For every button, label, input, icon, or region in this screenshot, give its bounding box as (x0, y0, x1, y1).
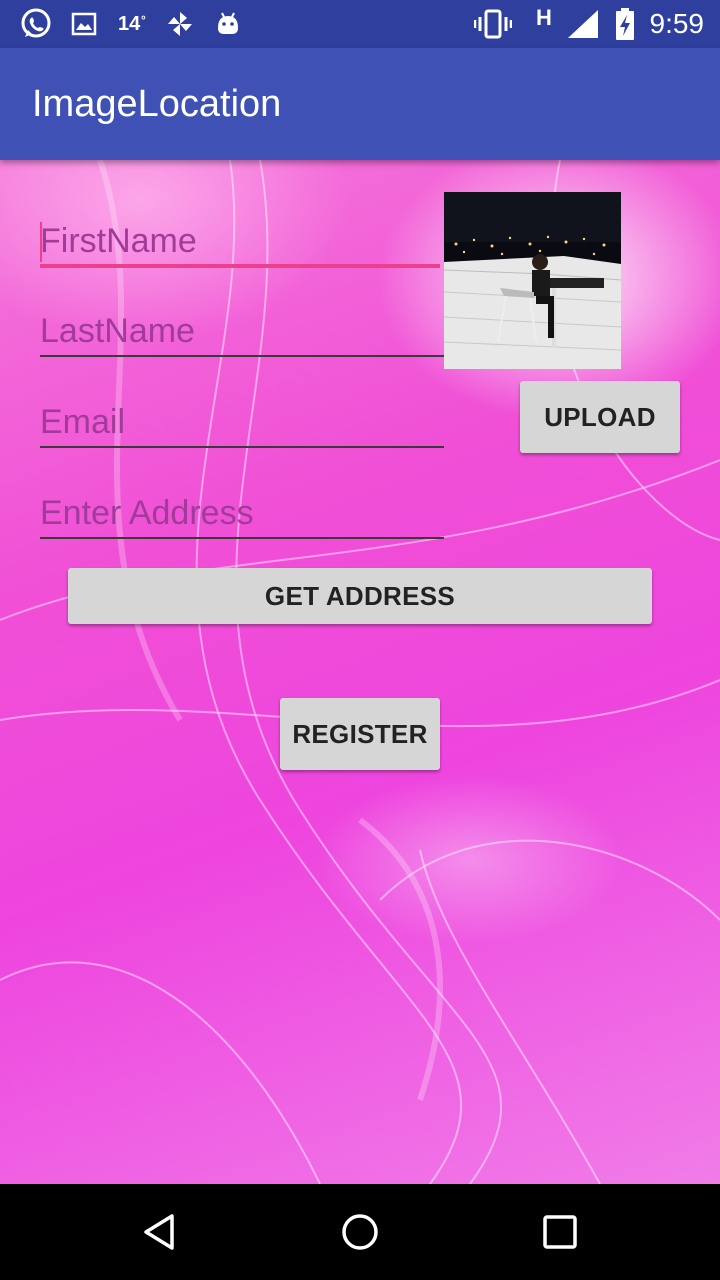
image-icon (70, 8, 98, 40)
first-name-input[interactable] (40, 208, 440, 264)
navigation-bar (0, 1184, 720, 1280)
first-name-field[interactable] (40, 208, 440, 268)
battery-charging-icon (614, 8, 636, 40)
degree-icon: ° (141, 13, 146, 27)
back-button[interactable] (130, 1202, 190, 1262)
address-input[interactable] (40, 479, 444, 537)
recents-icon (543, 1215, 577, 1249)
vibrate-icon (474, 8, 512, 40)
profile-photo[interactable] (444, 192, 621, 369)
whatsapp-icon (18, 8, 54, 40)
form-content: UPLOAD GET ADDRESS REGISTER (0, 160, 720, 1184)
last-name-field[interactable] (40, 297, 444, 357)
address-field[interactable] (40, 479, 444, 539)
android-icon (214, 8, 242, 40)
text-cursor (40, 222, 42, 262)
network-type-text: H (536, 5, 552, 30)
recents-button[interactable] (530, 1202, 590, 1262)
home-button[interactable] (330, 1202, 390, 1262)
rooftop-night-photo (444, 192, 621, 369)
register-button[interactable]: REGISTER (280, 698, 440, 770)
app-title: ImageLocation (32, 83, 282, 125)
temperature-text: 14 (118, 13, 141, 35)
app-bar: ImageLocation (0, 48, 720, 160)
status-bar: 14 ° H 9:59 (0, 0, 720, 48)
get-address-button[interactable]: GET ADDRESS (68, 568, 652, 624)
email-field[interactable] (40, 388, 444, 448)
clock-text: 9:59 (649, 8, 705, 39)
email-input[interactable] (40, 388, 444, 446)
back-icon (144, 1214, 174, 1250)
pinwheel-icon (164, 8, 196, 40)
upload-button[interactable]: UPLOAD (520, 381, 680, 453)
home-icon (342, 1214, 378, 1250)
signal-icon (566, 8, 600, 40)
last-name-input[interactable] (40, 297, 444, 355)
